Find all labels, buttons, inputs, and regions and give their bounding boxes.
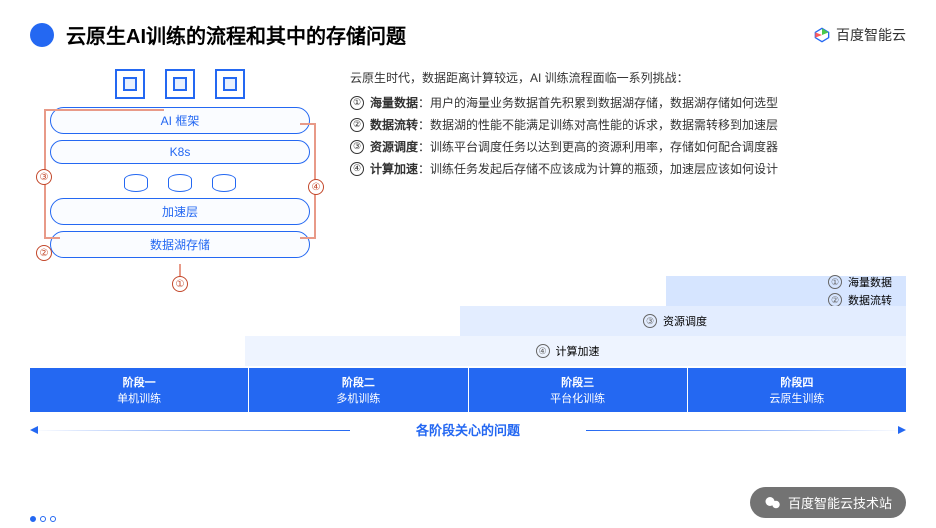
phase-2: 阶段二多机训练	[249, 368, 468, 412]
arrow-line	[44, 237, 60, 239]
stair-label: 资源调度	[663, 313, 707, 329]
dot-icon	[30, 516, 36, 522]
wechat-badge: 百度智能云技术站	[750, 487, 906, 518]
stair-num-icon: ③	[643, 314, 657, 328]
chip-icon	[165, 69, 195, 99]
stair-label: 海量数据	[848, 274, 892, 290]
phase-bar: 阶段一单机训练 阶段二多机训练 阶段三平台化训练 阶段四云原生训练	[0, 368, 936, 412]
stair-num-icon: ②	[828, 293, 842, 307]
chip-icon	[215, 69, 245, 99]
diagram-step-1: ①	[172, 276, 188, 292]
desc-num-icon: ③	[350, 140, 364, 154]
cylinder-icon	[168, 174, 192, 192]
phase-1: 阶段一单机训练	[30, 368, 249, 412]
stair-label: 计算加速	[556, 343, 600, 359]
axis-label: 各阶段关心的问题	[0, 420, 936, 439]
desc-num-icon: ②	[350, 118, 364, 132]
wechat-text: 百度智能云技术站	[788, 493, 892, 512]
architecture-diagram: AI 框架 K8s 加速层 数据湖存储 ③ ② ④ ①	[30, 69, 330, 264]
desc-num-icon: ①	[350, 96, 364, 110]
phase-3: 阶段三平台化训练	[469, 368, 688, 412]
wechat-icon	[764, 494, 782, 512]
layer-datalake: 数据湖存储	[50, 231, 310, 258]
intro-text: 云原生时代，数据距离计算较远，AI 训练流程面临一系列挑战：	[350, 69, 906, 86]
page-dots	[30, 516, 56, 522]
brand: 百度智能云	[814, 25, 906, 45]
desc-item: ②数据流转：数据湖的性能不能满足训练对高性能的诉求，数据需转移到加速层	[350, 116, 906, 134]
brand-logo-icon	[814, 27, 830, 43]
arrow-line	[300, 123, 316, 125]
stair-num-icon: ④	[536, 344, 550, 358]
cylinder-icon	[124, 174, 148, 192]
arrow-left-icon	[30, 426, 38, 434]
header-dot-icon	[30, 23, 54, 47]
phase-4: 阶段四云原生训练	[688, 368, 906, 412]
header: 云原生AI训练的流程和其中的存储问题 百度智能云	[0, 0, 936, 59]
brand-text: 百度智能云	[836, 25, 906, 45]
arrow-line	[44, 109, 164, 111]
dot-icon	[50, 516, 56, 522]
desc-num-icon: ④	[350, 162, 364, 176]
diagram-step-3: ③	[36, 169, 52, 185]
description: 云原生时代，数据距离计算较远，AI 训练流程面临一系列挑战： ①海量数据：用户的…	[350, 69, 906, 264]
arrow-line	[300, 237, 316, 239]
cylinder-icon	[212, 174, 236, 192]
stair-num-icon: ①	[828, 275, 842, 289]
desc-item: ③资源调度：训练平台调度任务以达到更高的资源利用率，存储如何配合调度器	[350, 138, 906, 156]
chip-icon	[115, 69, 145, 99]
layer-ai-framework: AI 框架	[50, 107, 310, 134]
page-title: 云原生AI训练的流程和其中的存储问题	[66, 20, 406, 49]
diagram-step-4: ④	[308, 179, 324, 195]
layer-accel: 加速层	[50, 198, 310, 225]
layer-k8s: K8s	[50, 140, 310, 164]
staircase-chart: ①海量数据 ②数据流转 ③资源调度 ④计算加速	[0, 276, 936, 366]
diagram-step-2: ②	[36, 245, 52, 261]
arrow-right-icon	[898, 426, 906, 434]
dot-icon	[40, 516, 46, 522]
desc-item: ④计算加速：训练任务发起后存储不应该成为计算的瓶颈，加速层应该如何设计	[350, 160, 906, 178]
desc-item: ①海量数据：用户的海量业务数据首先积累到数据湖存储，数据湖存储如何选型	[350, 94, 906, 112]
